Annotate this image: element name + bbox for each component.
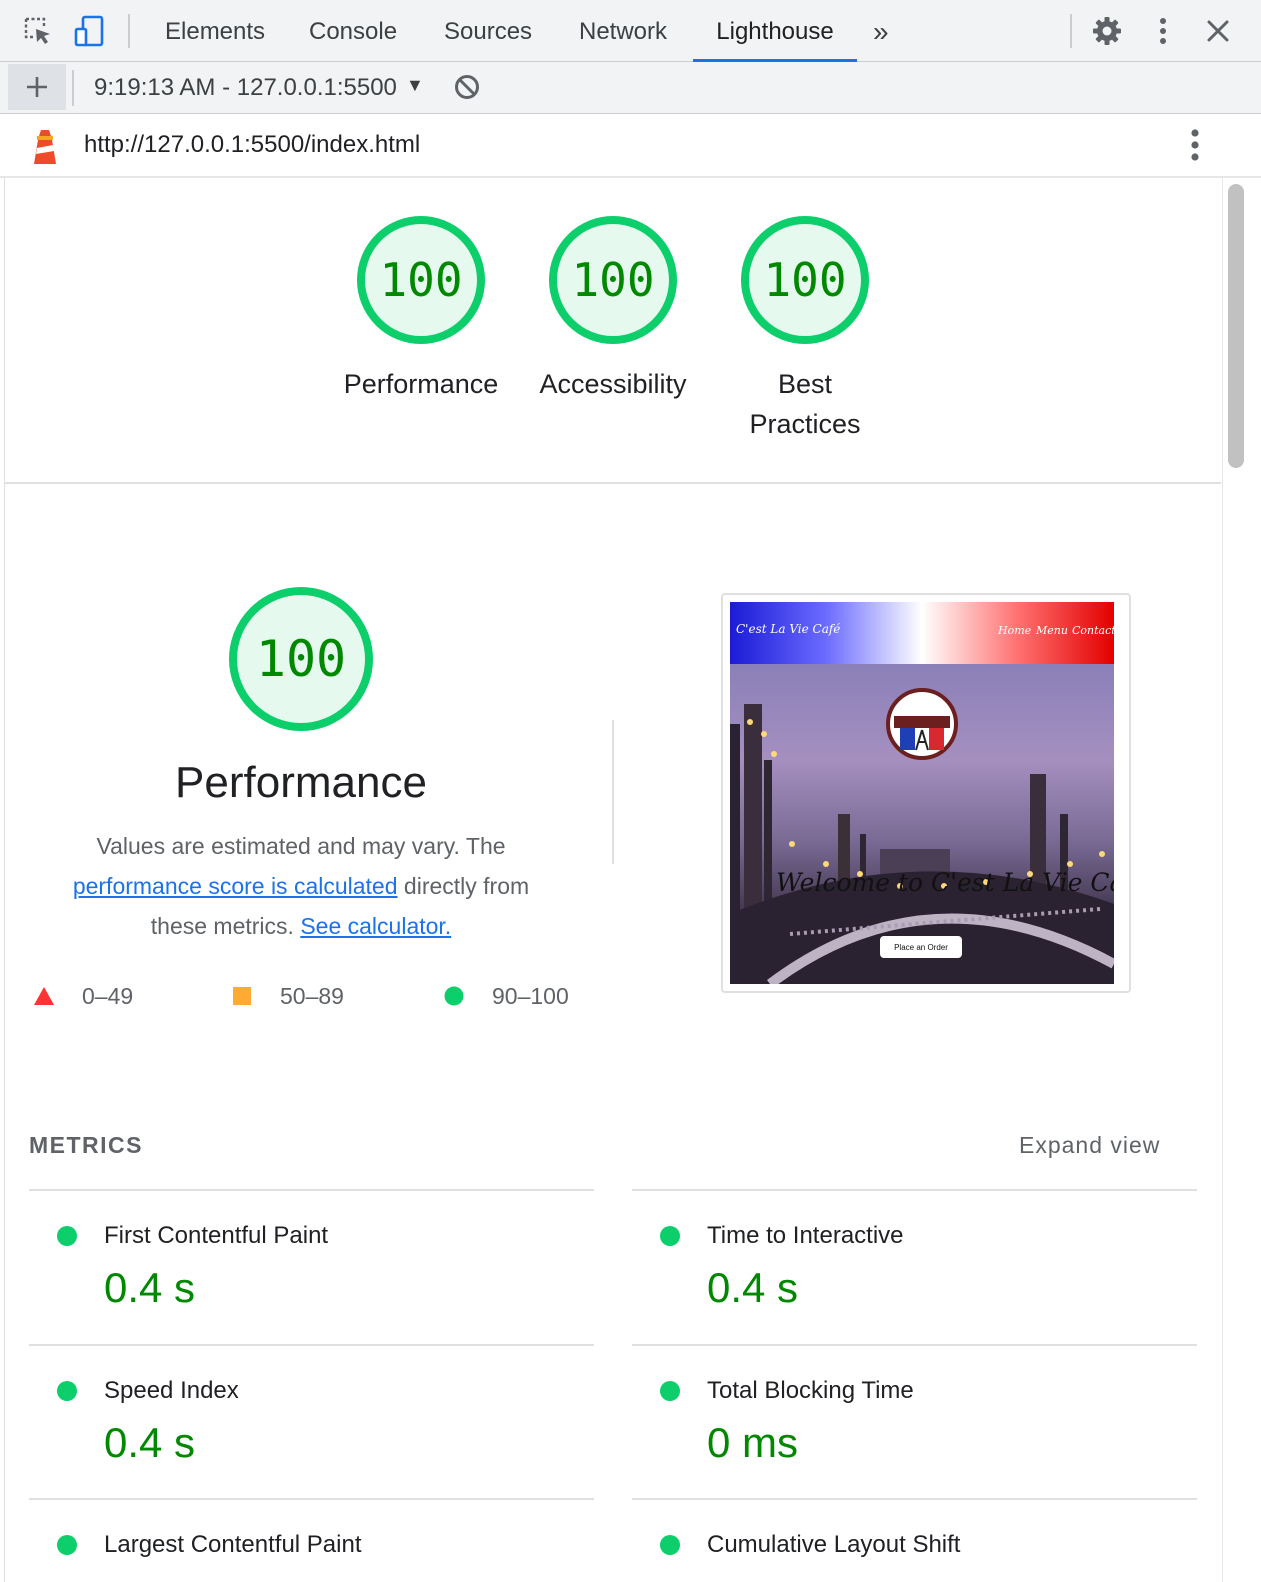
inspect-element-icon[interactable] xyxy=(21,14,55,48)
fail-triangle-icon xyxy=(34,987,54,1005)
screenshot-brand: C'est La Vie Café xyxy=(736,622,841,636)
performance-main-gauge: 100 xyxy=(229,587,373,731)
tab-elements[interactable]: Elements xyxy=(165,0,265,62)
dropdown-caret-icon[interactable]: ▼ xyxy=(406,75,424,96)
report-menu-kebab-icon[interactable] xyxy=(1190,128,1200,167)
pass-circle-icon xyxy=(660,1535,680,1555)
accessibility-score-gauge[interactable]: 100 xyxy=(549,216,677,344)
pass-circle-icon xyxy=(444,986,464,1006)
lighthouse-toolbar: 9:19:13 AM - 127.0.0.1:5500 ▼ xyxy=(0,62,1261,114)
new-report-button[interactable] xyxy=(8,64,66,110)
metric-value: 0.4 s xyxy=(707,1264,799,1311)
performance-score-calculated-link[interactable]: performance score is calculated xyxy=(73,873,398,899)
performance-desc-text: Values are estimated and may vary. The xyxy=(96,833,506,859)
settings-gear-icon[interactable] xyxy=(1090,14,1124,48)
performance-title: Performance xyxy=(175,758,427,807)
metric-name: Cumulative Layout Shift xyxy=(707,1531,961,1558)
best-practices-gauge-label[interactable]: Best Practices xyxy=(715,364,895,444)
pass-circle-icon xyxy=(57,1226,77,1246)
metric-name: Total Blocking Time xyxy=(707,1377,914,1404)
see-calculator-link[interactable]: See calculator. xyxy=(300,913,451,939)
best-practices-label-line2: Practices xyxy=(749,409,861,439)
legend-fail: 0–49 xyxy=(34,980,133,1012)
report-scrollbar-thumb[interactable] xyxy=(1228,184,1244,468)
more-options-kebab-icon[interactable] xyxy=(1146,14,1180,48)
metric-divider xyxy=(632,1498,1197,1500)
report-url: http://127.0.0.1:5500/index.html xyxy=(84,131,421,158)
more-tabs-icon[interactable]: » xyxy=(873,0,889,62)
devtools-tabbar: Elements Console Sources Network Lightho… xyxy=(0,0,1261,62)
performance-gauge-label[interactable]: Performance xyxy=(331,364,511,404)
screenshot-nav-menu: Menu xyxy=(1036,624,1068,637)
toolbar-divider xyxy=(128,14,130,48)
report-url-bar: http://127.0.0.1:5500/index.html xyxy=(0,114,1261,178)
metric-divider xyxy=(632,1189,1197,1191)
legend-average: 50–89 xyxy=(232,980,344,1012)
final-screenshot: C'est La Vie Café Home Menu Contact Welc… xyxy=(730,602,1114,984)
performance-score-gauge[interactable]: 100 xyxy=(357,216,485,344)
metric-value: 0.4 s xyxy=(104,1264,196,1311)
section-divider xyxy=(5,482,1221,484)
pass-circle-icon xyxy=(57,1535,77,1555)
lighthouse-logo-icon xyxy=(30,126,60,171)
device-toolbar-icon[interactable] xyxy=(73,14,107,48)
best-practices-score-gauge[interactable]: 100 xyxy=(741,216,869,344)
toolbar-divider xyxy=(72,70,74,106)
metric-divider xyxy=(29,1189,594,1191)
metric-name: Speed Index xyxy=(104,1377,239,1404)
accessibility-gauge-label[interactable]: Accessibility xyxy=(523,364,703,404)
metric-name: Largest Contentful Paint xyxy=(104,1531,362,1558)
legend-fail-range: 0–49 xyxy=(82,982,134,1009)
close-devtools-icon[interactable] xyxy=(1201,14,1235,48)
performance-description: Values are estimated and may vary. The p… xyxy=(40,826,562,946)
legend-pass-range: 90–100 xyxy=(492,982,569,1009)
tab-lighthouse[interactable]: Lighthouse xyxy=(693,0,857,62)
tab-console[interactable]: Console xyxy=(309,0,397,62)
screenshot-nav-contact: Contact xyxy=(1072,624,1114,637)
performance-desc-text: directly from xyxy=(403,873,530,899)
metrics-heading: METRICS xyxy=(29,1132,143,1158)
pass-circle-icon xyxy=(660,1381,680,1401)
metric-value: 0 ms xyxy=(707,1419,799,1466)
average-square-icon xyxy=(233,987,251,1005)
pass-circle-icon xyxy=(57,1381,77,1401)
screenshot-cafe-logo xyxy=(886,688,958,760)
pass-circle-icon xyxy=(660,1226,680,1246)
screenshot-order-button: Place an Order xyxy=(880,936,962,958)
screenshot-nav-home: Home xyxy=(998,624,1032,637)
screenshot-hero: Welcome to C'est La Vie Café Place an Or… xyxy=(730,664,1114,984)
performance-vertical-divider xyxy=(612,720,614,864)
screenshot-navbar: C'est La Vie Café Home Menu Contact xyxy=(730,602,1114,664)
metric-name: First Contentful Paint xyxy=(104,1222,329,1249)
clear-reports-icon[interactable] xyxy=(454,74,480,105)
toolbar-divider xyxy=(1070,14,1072,48)
metric-divider xyxy=(29,1498,594,1500)
legend-pass: 90–100 xyxy=(444,980,569,1012)
screenshot-headline: Welcome to C'est La Vie Café xyxy=(776,868,1114,897)
metric-divider xyxy=(29,1344,594,1346)
tab-sources[interactable]: Sources xyxy=(444,0,532,62)
tab-network[interactable]: Network xyxy=(579,0,667,62)
legend-average-range: 50–89 xyxy=(280,982,344,1009)
metric-value: 0.4 s xyxy=(104,1419,196,1466)
plus-icon xyxy=(27,77,47,97)
best-practices-label-line1: Best xyxy=(777,369,833,399)
metric-name: Time to Interactive xyxy=(707,1222,904,1249)
metric-divider xyxy=(632,1344,1197,1346)
performance-desc-text: these metrics. xyxy=(150,913,294,939)
expand-view-toggle[interactable]: Expand view xyxy=(1019,1132,1160,1159)
report-selector[interactable]: 9:19:13 AM - 127.0.0.1:5500 xyxy=(94,62,397,114)
